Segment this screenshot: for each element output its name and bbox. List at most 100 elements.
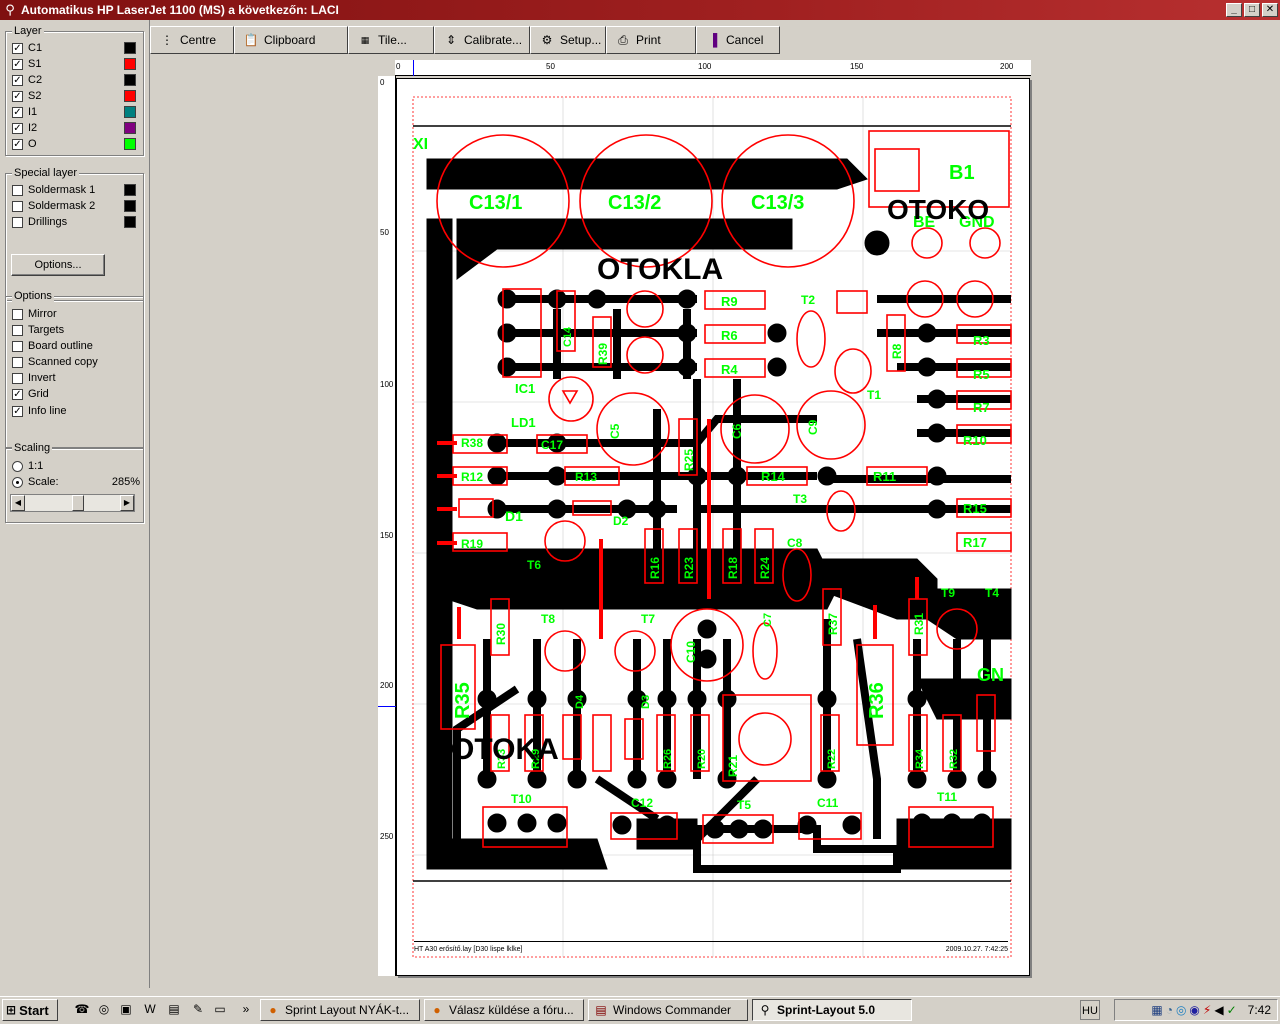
layer-c2[interactable]: ✓ C2 [12,72,140,88]
layer-o-color[interactable] [124,138,136,150]
quicklaunch-icon[interactable]: ✎ [190,1002,206,1018]
invert-checkbox[interactable] [12,372,23,384]
option-mirror[interactable]: Mirror [12,306,140,322]
pcb-label: GN [977,665,1004,685]
board-outline-checkbox[interactable] [12,340,23,352]
tray-icon[interactable]: ◎ [1176,1003,1186,1017]
option-targets[interactable]: Targets [12,322,140,338]
pcb-text-otokoto: OTOKO [887,194,989,225]
layer-s2[interactable]: ✓ S2 [12,88,140,104]
layer-i2[interactable]: ✓ I2 [12,120,140,136]
soldermask-2-checkbox[interactable] [12,200,23,212]
option-board-outline[interactable]: Board outline [12,338,140,354]
folder-icon[interactable]: ▭ [212,1002,228,1018]
scaling-1to1[interactable]: 1:1 [12,458,140,474]
quicklaunch-icon[interactable]: ◎ [96,1002,112,1018]
soldermask-1-checkbox[interactable] [12,184,23,196]
drillings-color[interactable] [124,216,136,228]
calibrate-button[interactable]: ⇕ Calibrate... [434,26,530,54]
print-button[interactable]: ⎙ Print [606,26,696,54]
layer-i2-checkbox[interactable]: ✓ [12,122,23,134]
word-icon[interactable]: W [142,1002,158,1018]
layer-c1-checkbox[interactable]: ✓ [12,42,23,54]
cancel-button[interactable]: ▐ Cancel [696,26,780,54]
layer-s2-checkbox[interactable]: ✓ [12,90,23,102]
minimize-button[interactable]: _ [1226,3,1242,17]
pcb-label: T3 [793,492,807,506]
grid-checkbox[interactable]: ✓ [12,388,23,400]
more-icon[interactable]: » [238,1002,254,1018]
pcb-label: T8 [541,612,555,626]
layer-s2-color[interactable] [124,90,136,102]
layer-c1[interactable]: ✓ C1 [12,40,140,56]
tray-icon[interactable]: ◔ [1166,1003,1173,1017]
tile-icon: ▦ [360,34,370,45]
scaling-scale-radio[interactable] [12,476,23,488]
quicklaunch-icon[interactable]: ☎ [74,1002,90,1018]
antivirus-icon[interactable]: ⚡ [1203,1003,1211,1017]
drillings-checkbox[interactable] [12,216,23,228]
layer-i1[interactable]: ✓ I1 [12,104,140,120]
soldermask-2-color[interactable] [124,200,136,212]
layer-o-checkbox[interactable]: ✓ [12,138,23,150]
start-button[interactable]: ⊞ Start [2,999,58,1021]
window-title: Automatikus HP LaserJet 1100 (MS) a köve… [21,3,339,17]
layer-o[interactable]: ✓ O [12,136,140,152]
network-icon[interactable]: ▦ [1151,1003,1162,1017]
targets-checkbox[interactable] [12,324,23,336]
slider-right-arrow[interactable]: ▶ [120,495,134,511]
maximize-button[interactable]: □ [1244,3,1260,17]
layer-i1-color[interactable] [124,106,136,118]
task-windows-commander[interactable]: ▤ Windows Commander [588,999,748,1021]
pcb-text-otokla: OTOKLA [597,253,723,286]
task-reply-forum[interactable]: ● Válasz küldése a fóru... [424,999,584,1021]
drillings[interactable]: Drillings [12,214,140,230]
floppy-icon[interactable]: ▤ [166,1002,182,1018]
layer-c1-color[interactable] [124,42,136,54]
tray-icon[interactable]: ✓ [1227,1003,1237,1017]
soldermask-1[interactable]: Soldermask 1 [12,182,140,198]
scaling-1to1-radio[interactable] [12,460,23,472]
volume-icon[interactable]: ◀ [1214,1003,1223,1017]
option-scanned-copy[interactable]: Scanned copy [12,354,140,370]
tray-icon[interactable]: ◉ [1189,1003,1199,1017]
clock[interactable]: 7:42 [1248,1003,1271,1017]
slider-left-arrow[interactable]: ◀ [11,495,25,511]
layer-i2-color[interactable] [124,122,136,134]
options-button[interactable]: Options... [11,254,105,276]
pcb-label: IC1 [515,381,535,396]
scale-slider[interactable]: ◀ ▶ [10,494,135,512]
layer-s1-checkbox[interactable]: ✓ [12,58,23,70]
layer-s1[interactable]: ✓ S1 [12,56,140,72]
pcb-label: R25 [682,449,696,471]
tile-button[interactable]: ▦ Tile... [348,26,434,54]
excel-icon[interactable]: ▣ [118,1002,134,1018]
option-grid[interactable]: ✓ Grid [12,386,140,402]
ruler-v-label: 250 [380,832,394,841]
task-sprint-layout[interactable]: ⚲ Sprint-Layout 5.0 [752,999,912,1021]
setup-button[interactable]: ⚙ Setup... [530,26,606,54]
language-indicator[interactable]: HU [1080,1000,1100,1020]
clipboard-button[interactable]: 📋 Clipboard [234,26,348,54]
scaling-scale[interactable]: Scale: 285% [12,474,140,490]
mirror-checkbox[interactable] [12,308,23,320]
layer-c2-checkbox[interactable]: ✓ [12,74,23,86]
soldermask-1-color[interactable] [124,184,136,196]
centre-button[interactable]: ⋮ Centre [150,26,234,54]
layer-i1-checkbox[interactable]: ✓ [12,106,23,118]
option-info-line[interactable]: ✓ Info line [12,403,140,419]
option-invert[interactable]: Invert [12,370,140,386]
windows-logo-icon: ⊞ [6,1003,17,1017]
pcb-label: R15 [963,501,987,516]
soldermask-2[interactable]: Soldermask 2 [12,198,140,214]
pcb-label: R17 [963,535,987,550]
pcb-label: R18 [726,557,740,579]
pcb-label: C6 [730,423,744,439]
close-button[interactable]: ✕ [1262,3,1278,17]
task-sprint-forum[interactable]: ● Sprint Layout NYÁK-t... [260,999,420,1021]
info-line-checkbox[interactable]: ✓ [12,405,23,417]
scanned-copy-checkbox[interactable] [12,356,23,368]
layer-s1-color[interactable] [124,58,136,70]
slider-thumb[interactable] [72,495,84,511]
layer-c2-color[interactable] [124,74,136,86]
